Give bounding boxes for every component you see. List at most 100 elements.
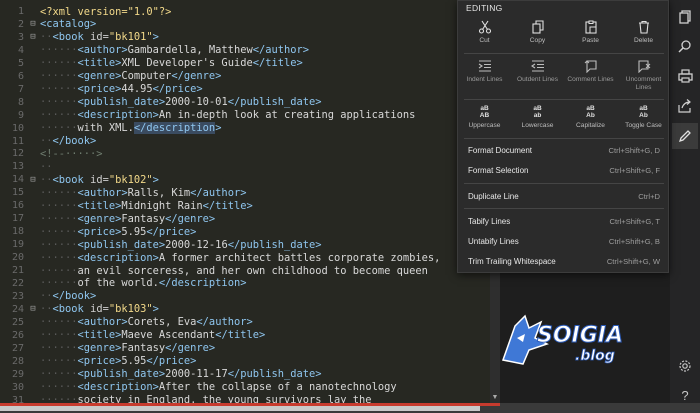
- scroll-down-icon[interactable]: ▼: [491, 394, 499, 401]
- line-number: 15: [11, 187, 24, 199]
- accent-bar: [0, 403, 500, 406]
- print-icon[interactable]: [675, 66, 695, 86]
- line-number: 7: [17, 83, 24, 95]
- line-number: 16: [11, 200, 24, 212]
- code-text: <?xml version="1.0"?>: [40, 5, 172, 18]
- code-line[interactable]: 31 ······society in England, the young su…: [0, 393, 490, 404]
- lowercase-button[interactable]: aB ab Lowercase: [511, 104, 564, 138]
- code-text: ······<title>Midnight Rain</title>: [40, 199, 253, 212]
- edit-pen-icon[interactable]: [672, 123, 698, 149]
- menu-divider: [464, 208, 664, 209]
- line-number: 25: [11, 316, 24, 328]
- code-text: ······an evil sorceress, and her own chi…: [40, 264, 428, 277]
- line-number: 26: [11, 329, 24, 341]
- format-document-item[interactable]: Format Document Ctrl+Shift+G, D: [458, 140, 670, 160]
- fold-toggle-icon[interactable]: ⊟: [26, 175, 40, 185]
- fold-toggle-icon[interactable]: ⊟: [26, 304, 40, 314]
- line-number: 21: [11, 265, 24, 276]
- menu-item-shortcut: Ctrl+Shift+G, D: [608, 145, 660, 155]
- code-text: ······<author>Ralls, Kim</author>: [40, 186, 247, 199]
- uppercase-label: Uppercase: [468, 122, 501, 129]
- code-text: ······<title>Maeve Ascendant</title>: [40, 329, 266, 342]
- delete-button[interactable]: Delete: [617, 19, 670, 53]
- logo-text-main: SOIGIA: [537, 323, 623, 348]
- code-text: ······<description>An in-depth look at c…: [40, 109, 416, 122]
- delete-label: Delete: [633, 37, 654, 44]
- line-number: 1: [17, 6, 24, 17]
- line-number: 6: [17, 70, 24, 82]
- toggle-case-button[interactable]: aB Ab Toggle Case: [617, 104, 670, 138]
- code-text: ······<publish_date>2000-12-16</publish_…: [40, 238, 322, 251]
- help-icon[interactable]: ?: [675, 385, 695, 405]
- uppercase-icon: aB AB: [479, 105, 490, 119]
- clipboard-row: Cut Copy Paste Delete: [458, 19, 670, 53]
- capitalize-label: Capitalize: [576, 122, 605, 129]
- share-icon[interactable]: [675, 96, 695, 116]
- comment-lines-label: Comment Lines: [567, 76, 614, 83]
- code-text: ··<book id="bk103">: [40, 303, 159, 316]
- toggle-case-label: Toggle Case: [625, 122, 662, 129]
- code-text: ······<author>Corets, Eva</author>: [40, 316, 253, 329]
- code-text: <!--·····>: [40, 147, 103, 160]
- cut-button[interactable]: Cut: [458, 19, 511, 53]
- menu-item-label: Duplicate Line: [468, 191, 519, 201]
- tabify-lines-item[interactable]: Tabify Lines Ctrl+Shift+G, T: [458, 211, 670, 231]
- line-number: 19: [11, 239, 24, 251]
- menu-item-label: Tabify Lines: [468, 216, 511, 226]
- duplicate-line-item[interactable]: Duplicate Line Ctrl+D: [458, 186, 670, 206]
- uncomment-lines-button[interactable]: Uncomment Lines: [617, 58, 670, 92]
- code-text: ··<book id="bk101">: [40, 31, 159, 44]
- right-sidebar: ?: [670, 0, 700, 403]
- indent-lines-button[interactable]: Indent Lines: [458, 58, 511, 92]
- outdent-lines-button[interactable]: Outdent Lines: [511, 58, 564, 92]
- menu-item-label: Trim Trailing Whitespace: [468, 256, 556, 266]
- code-text: ······<publish_date>2000-10-01</publish_…: [40, 96, 322, 109]
- horizontal-scrollbar[interactable]: [0, 403, 700, 413]
- trim-trailing-whitespace-item[interactable]: Trim Trailing Whitespace Ctrl+Shift+G, W: [458, 251, 670, 271]
- capitalize-icon: aB Ab: [586, 105, 595, 119]
- untabify-lines-item[interactable]: Untabify Lines Ctrl+Shift+G, B: [458, 231, 670, 251]
- menu-item-shortcut: Ctrl+Shift+G, B: [608, 236, 660, 246]
- code-text: ······<description>After the collapse of…: [40, 381, 397, 394]
- line-number: 8: [17, 96, 24, 108]
- code-text: ··<book id="bk102">: [40, 173, 159, 186]
- code-text: ······<description>A former architect ba…: [40, 251, 441, 264]
- line-number: 5: [17, 57, 24, 69]
- fold-toggle-icon[interactable]: ⊟: [26, 32, 40, 42]
- line-number: 9: [17, 109, 24, 121]
- format-selection-item[interactable]: Format Selection Ctrl+Shift+G, F: [458, 160, 670, 180]
- code-text: ······with XML.</description>: [40, 122, 222, 135]
- copy-button[interactable]: Copy: [511, 19, 564, 53]
- lines-row: Indent Lines Outdent Lines Comment Lines…: [458, 58, 670, 92]
- capitalize-button[interactable]: aB Ab Capitalize: [564, 104, 617, 138]
- menu-item-label: Format Selection: [468, 165, 529, 175]
- paste-button[interactable]: Paste: [564, 19, 617, 53]
- indent-icon: [478, 58, 492, 74]
- code-editor[interactable]: 1 <?xml version="1.0"?> 2 ⊟ <catalog> 3 ⊟ ··<bo…: [0, 0, 490, 403]
- settings-gear-icon[interactable]: [675, 356, 695, 376]
- toggle-case-icon: aB Ab: [639, 105, 648, 119]
- editing-menu: EDITING Cut Copy Paste Delete Indent Lin…: [457, 0, 669, 273]
- copy-file-icon[interactable]: [675, 7, 695, 27]
- code-text: ······<genre>Fantasy</genre>: [40, 342, 216, 355]
- code-text: ······<price>5.95</price>: [40, 355, 197, 368]
- line-number: 12: [11, 148, 24, 160]
- fold-toggle-icon[interactable]: ⊟: [26, 19, 40, 29]
- search-icon[interactable]: [675, 36, 695, 56]
- line-number: 31: [11, 394, 24, 404]
- comment-lines-button[interactable]: Comment Lines: [564, 58, 617, 92]
- line-number: 27: [11, 342, 24, 354]
- code-text: ······<author>Gambardella, Matthew</auth…: [40, 44, 310, 57]
- menu-divider: [464, 138, 664, 139]
- line-number: 24: [11, 303, 24, 315]
- line-number: 11: [11, 135, 24, 147]
- uppercase-button[interactable]: aB AB Uppercase: [458, 104, 511, 138]
- line-number: 22: [11, 277, 24, 289]
- copy-label: Copy: [529, 37, 546, 44]
- uncomment-icon: [637, 58, 651, 74]
- code-text: ··: [40, 160, 53, 173]
- code-text: ······society in England, the young surv…: [40, 394, 372, 403]
- code-text: ······<publish_date>2000-11-17</publish_…: [40, 368, 322, 381]
- code-text: <catalog>: [40, 18, 97, 31]
- line-number: 13: [11, 161, 24, 173]
